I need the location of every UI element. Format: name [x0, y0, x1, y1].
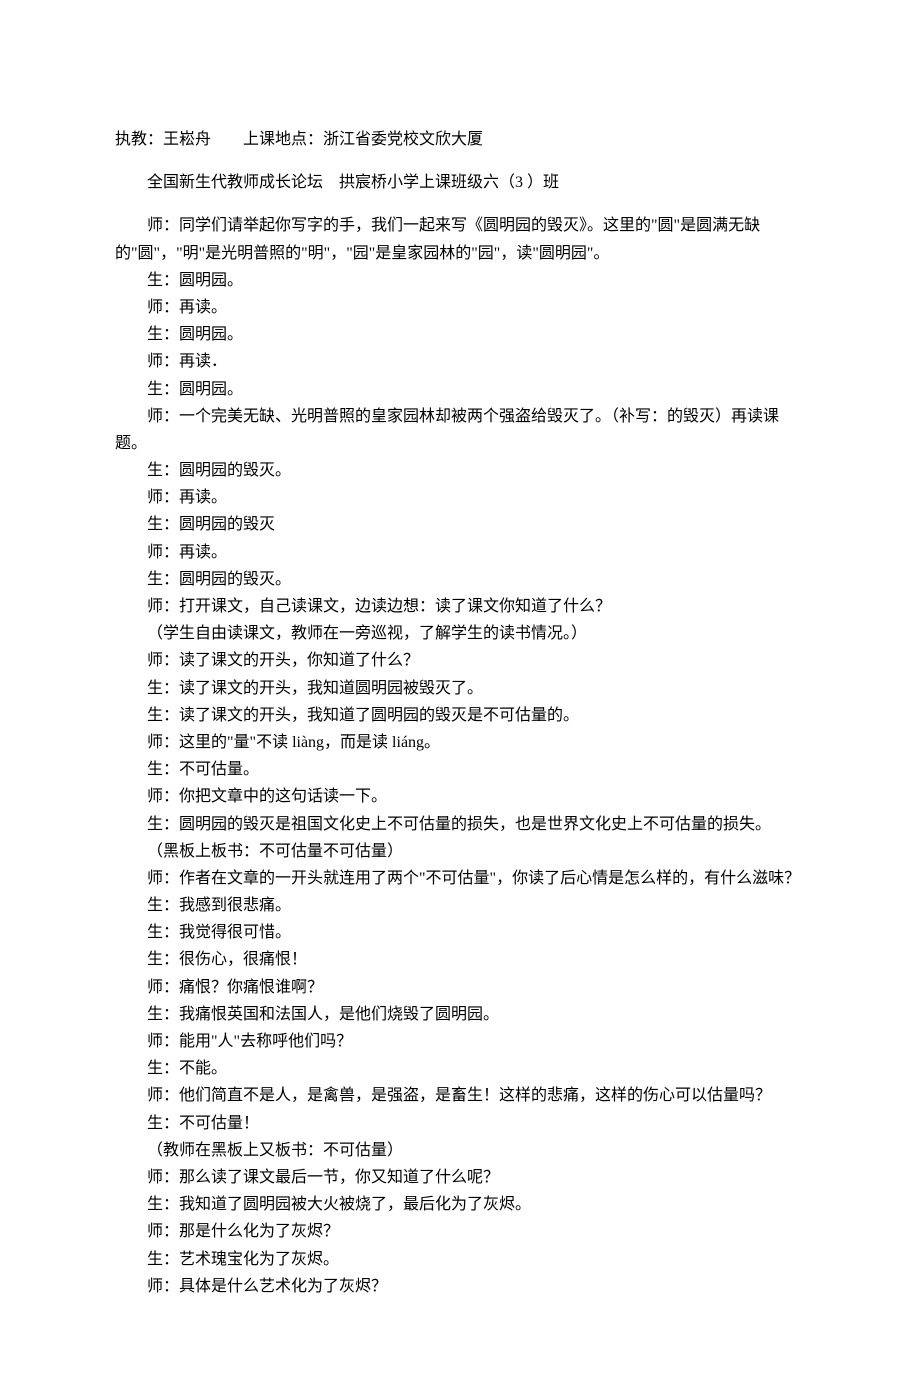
transcript-line: （教师在黑板上又板书：不可估量） [115, 1137, 805, 1164]
transcript-line: 生：不可估量。 [115, 756, 805, 783]
meta-line-1: 执教：王崧舟 上课地点：浙江省委党校文欣大厦 [115, 126, 805, 153]
transcript-line: 师：痛恨？你痛恨谁啊？ [115, 974, 805, 1001]
transcript-line: 师：那是什么化为了灰烬？ [115, 1218, 805, 1245]
document-page: 执教：王崧舟 上课地点：浙江省委党校文欣大厦 全国新生代教师成长论坛 拱宸桥小学… [0, 0, 920, 1400]
transcript-line: 师：作者在文章的一开头就连用了两个"不可估量"，你读了后心情是怎么样的，有什么滋… [115, 865, 805, 892]
transcript-line: 生：我感到很悲痛。 [115, 892, 805, 919]
meta-line-2: 全国新生代教师成长论坛 拱宸桥小学上课班级六（3 ）班 [115, 169, 805, 196]
transcript-line: 生：艺术瑰宝化为了灰烬。 [115, 1246, 805, 1273]
transcript-line: 生：很伤心，很痛恨！ [115, 946, 805, 973]
transcript-line: 生：我痛恨英国和法国人，是他们烧毁了圆明园。 [115, 1001, 805, 1028]
transcript-line: 师：同学们请举起你写字的手，我们一起来写《圆明园的毁灭》。这里的"圆"是圆满无缺… [115, 212, 805, 266]
transcript-line: 生：圆明园。 [115, 267, 805, 294]
transcript-line: 生：圆明园的毁灭。 [115, 457, 805, 484]
transcript-line: 生：不能。 [115, 1055, 805, 1082]
transcript-line: 生：圆明园。 [115, 376, 805, 403]
transcript-line: （黑板上板书：不可估量不可估量） [115, 838, 805, 865]
transcript-line: 师：一个完美无缺、光明普照的皇家园林却被两个强盗给毁灭了。（补写：的毁灭）再读课… [115, 403, 805, 457]
transcript-line: 师：读了课文的开头，你知道了什么？ [115, 647, 805, 674]
transcript-line: 生：我知道了圆明园被大火被烧了，最后化为了灰烬。 [115, 1191, 805, 1218]
transcript-line: 师：那么读了课文最后一节，你又知道了什么呢？ [115, 1164, 805, 1191]
transcript-line: 生：圆明园的毁灭是祖国文化史上不可估量的损失，也是世界文化史上不可估量的损失。 [115, 811, 805, 838]
transcript-line: 师：再读。 [115, 294, 805, 321]
transcript-line: 师：打开课文，自己读课文，边读边想：读了课文你知道了什么？ [115, 593, 805, 620]
transcript-line: 师：具体是什么艺术化为了灰烬？ [115, 1273, 805, 1300]
transcript-line: 生：我觉得很可惜。 [115, 919, 805, 946]
transcript-line: （学生自由读课文，教师在一旁巡视，了解学生的读书情况。） [115, 620, 805, 647]
transcript-line: 师：再读． [115, 348, 805, 375]
transcript-line: 师：你把文章中的这句话读一下。 [115, 783, 805, 810]
transcript-line: 生：圆明园的毁灭 [115, 511, 805, 538]
transcript-line: 师：再读。 [115, 484, 805, 511]
transcript-line: 师：他们简直不是人，是禽兽，是强盗，是畜生！这样的悲痛，这样的伤心可以估量吗？ [115, 1082, 805, 1109]
transcript-line: 生：读了课文的开头，我知道圆明园被毁灭了。 [115, 675, 805, 702]
transcript-line: 生：圆明园。 [115, 321, 805, 348]
transcript-line: 师：再读。 [115, 539, 805, 566]
transcript-line: 师：能用"人"去称呼他们吗？ [115, 1028, 805, 1055]
transcript-line: 生：圆明园的毁灭。 [115, 566, 805, 593]
transcript-line: 生：不可估量！ [115, 1110, 805, 1137]
transcript-line: 生：读了课文的开头，我知道了圆明园的毁灭是不可估量的。 [115, 702, 805, 729]
transcript-line: 师：这里的"量"不读 liàng，而是读 liáng。 [115, 729, 805, 756]
